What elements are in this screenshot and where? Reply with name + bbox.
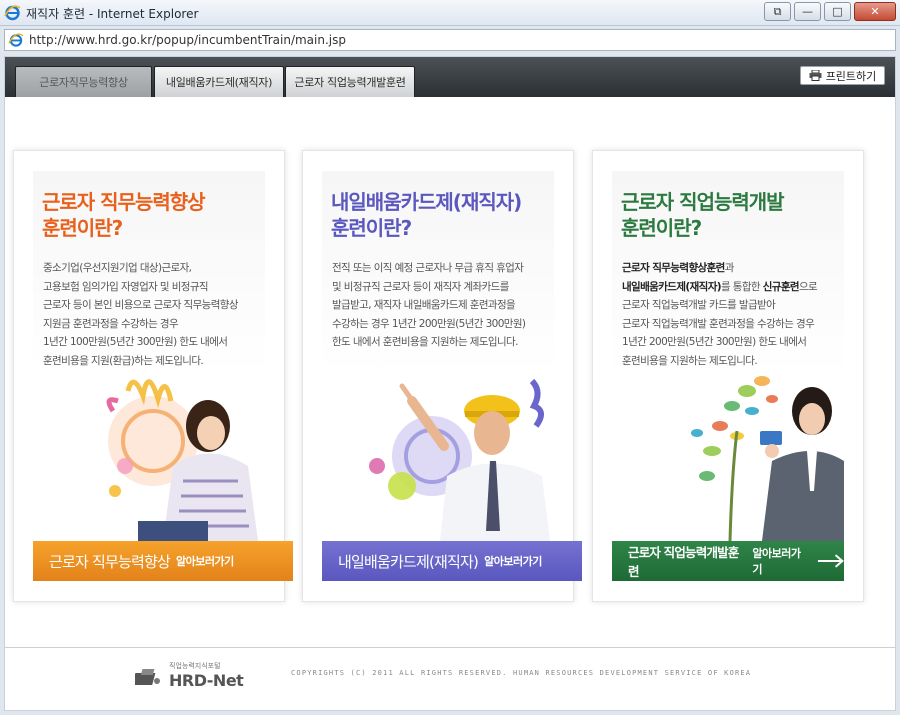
card-description: 중소기업(우선지원기업 대상)근로자, 고용보험 임의가입 자영업자 및 비정규…: [43, 259, 263, 370]
desc-line: 1년간 100만원(5년간 300만원) 한도 내에서: [43, 336, 228, 348]
desc-line: 중소기업(우선지원기업 대상)근로자,: [43, 262, 192, 274]
illustration-worker-hardhat: [369, 378, 550, 541]
logo-name: HRD-Net: [169, 671, 244, 690]
copyright-text: COPYRIGHTS (C) 2011 ALL RIGHTS RESERVED.…: [291, 669, 752, 677]
maximize-button[interactable]: □: [824, 2, 851, 21]
window-title: 재직자 훈련 - Internet Explorer: [26, 7, 199, 21]
card-panel: 근로자 직무능력향상 훈련이란? 중소기업(우선지원기업 대상)근로자, 고용보…: [33, 171, 265, 541]
desc-line: 수강하는 경우 1년간 200만원(5년간 300만원): [332, 317, 526, 330]
restore-window-button[interactable]: ⧉: [764, 2, 791, 21]
address-bar[interactable]: http://www.hrd.go.kr/popup/incumbentTrai…: [4, 29, 896, 51]
ie-page-icon: [8, 33, 24, 47]
card-panel: 근로자 직업능력개발 훈련이란? 근로자 직무능력향상훈련과 내일배움카드제(재…: [612, 171, 844, 541]
print-button[interactable]: 프린트하기: [800, 66, 885, 85]
window-controls: ⧉ — □ ✕: [764, 2, 896, 21]
desc-line: 지원금 훈련과정을 수강하는 경우: [43, 317, 179, 330]
desc-line: 전직 또는 이직 예정 근로자나 무급 휴직 휴업자: [332, 262, 524, 274]
card-vocational-development: 근로자 직업능력개발 훈련이란? 근로자 직무능력향상훈련과 내일배움카드제(재…: [592, 150, 864, 602]
cta-naeil-card-incumbent[interactable]: 내일배움카드제(재직자) 알아보러가기: [322, 541, 582, 581]
close-button[interactable]: ✕: [854, 2, 896, 21]
cta-sub-label: 알아보러가기: [175, 555, 234, 568]
desc-line: 훈련비용을 지원(환급)하는 제도입니다.: [43, 354, 204, 367]
illustration-woman-holding-card: [691, 376, 844, 541]
page-content: 근로자직무능력향상 내일배움카드제(재직자) 근로자 직업능력개발훈련 프린트하…: [4, 56, 896, 711]
card-panel: 내일배움카드제(재직자) 훈련이란? 전직 또는 이직 예정 근로자나 무급 휴…: [322, 171, 554, 541]
card-description: 근로자 직무능력향상훈련과 내일배움카드제(재직자)를 통합한 신규훈련으로 근…: [622, 259, 842, 370]
tab-naeil-card-incumbent[interactable]: 내일배움카드제(재직자): [154, 66, 284, 97]
desc-line: 근로자 직업능력개발 카드를 발급받아: [622, 299, 776, 311]
desc-text: 으로: [798, 280, 818, 293]
desc-line-rich: 근로자 직무능력향상훈련과: [622, 259, 842, 278]
cta-incumbent-skill-training[interactable]: 근로자 직무능력향상 알아보러가기: [33, 541, 293, 581]
hrd-logo-icon: [135, 669, 160, 685]
tab-incumbent-skill-training[interactable]: 근로자직무능력향상: [15, 66, 152, 97]
desc-bold: 내일배움카드제(재직자): [622, 280, 722, 293]
desc-text: 를 통합한: [721, 280, 763, 293]
printer-icon: [809, 70, 822, 81]
ie-logo-icon: [4, 5, 21, 21]
desc-line: 근로자 등이 본인 비용으로 근로자 직무능력향상: [43, 299, 238, 311]
cta-sub-label: 알아보러가기: [752, 547, 801, 576]
print-button-label: 프린트하기: [825, 69, 877, 83]
desc-line: 1년간 200만원(5년간 300만원) 한도 내에서: [622, 336, 807, 348]
desc-line: 및 비정규직 근로자 등이 재직자 계좌카드를: [332, 280, 509, 293]
minimize-button[interactable]: —: [794, 2, 821, 21]
hrd-net-logo[interactable]: 직업능력지식포털 HRD-Net: [135, 661, 245, 693]
card-naeil-card-incumbent: 내일배움카드제(재직자) 훈련이란? 전직 또는 이직 예정 근로자나 무급 휴…: [302, 150, 582, 602]
desc-text: 과: [724, 262, 735, 274]
cta-vocational-development[interactable]: 근로자 직업능력개발훈련 알아보러가기: [612, 541, 844, 581]
card-incumbent-skill-training: 근로자 직무능력향상 훈련이란? 중소기업(우선지원기업 대상)근로자, 고용보…: [13, 150, 293, 602]
cta-main-label: 내일배움카드제(재직자): [338, 552, 479, 571]
card-heading-line1: 내일배움카드제(재직자): [331, 190, 522, 214]
card-heading-line2: 훈련이란?: [42, 216, 123, 240]
desc-bold: 신규훈련: [762, 280, 800, 293]
desc-bold: 근로자 직무능력향상훈련: [622, 262, 725, 274]
desc-line: 발급받고, 재직자 내일배움카드제 훈련과정을: [332, 299, 516, 311]
tab-vocational-development[interactable]: 근로자 직업능력개발훈련: [285, 66, 415, 97]
url-text: http://www.hrd.go.kr/popup/incumbentTrai…: [29, 33, 346, 47]
desc-line: 근로자 직업능력개발 훈련과정을 수강하는 경우: [622, 317, 815, 330]
card-heading-line1: 근로자 직무능력향상: [42, 190, 206, 214]
card-description: 전직 또는 이직 예정 근로자나 무급 휴직 휴업자 및 비정규직 근로자 등이…: [332, 259, 552, 352]
logo-caption: 직업능력지식포털: [169, 662, 221, 670]
card-heading-line2: 훈련이란?: [331, 216, 412, 240]
cta-main-label: 근로자 직업능력개발훈련: [628, 545, 739, 579]
desc-line: 훈련비용을 지원하는 제도입니다.: [622, 354, 758, 367]
card-heading: 내일배움카드제(재직자) 훈련이란?: [331, 189, 522, 241]
desc-line: 고용보험 임의가입 자영업자 및 비정규직: [43, 280, 209, 293]
card-heading: 근로자 직무능력향상 훈련이란?: [42, 189, 206, 241]
card-heading-line2: 훈련이란?: [621, 216, 702, 240]
footer-divider: [5, 647, 895, 648]
arrow-right-icon: [817, 554, 844, 568]
top-navigation: 근로자직무능력향상 내일배움카드제(재직자) 근로자 직업능력개발훈련 프린트하…: [5, 57, 895, 97]
window-titlebar: 재직자 훈련 - Internet Explorer ⧉ — □ ✕: [0, 0, 900, 26]
desc-line: 한도 내에서 훈련비용을 지원하는 제도입니다.: [332, 336, 518, 348]
card-heading-line1: 근로자 직업능력개발: [621, 190, 785, 214]
desc-line-rich: 내일배움카드제(재직자)를 통합한 신규훈련으로: [622, 278, 842, 297]
cta-sub-label: 알아보러가기: [484, 555, 542, 568]
illustration-woman-sitting: [106, 379, 258, 541]
cta-main-label: 근로자 직무능력향상: [49, 552, 171, 571]
card-heading: 근로자 직업능력개발 훈련이란?: [621, 189, 785, 241]
